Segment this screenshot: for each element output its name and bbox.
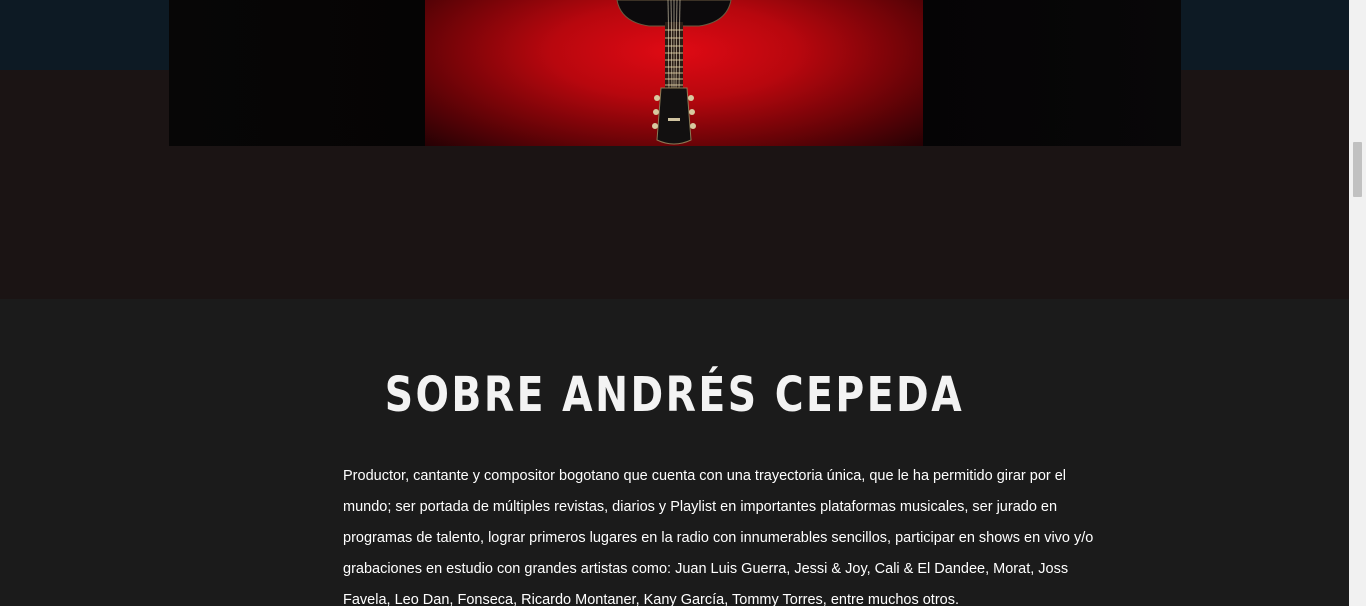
about-paragraph: Productor, cantante y compositor bogotan… [343, 468, 1094, 606]
about-title: SOBRE ANDRÉS CEPEDA [384, 367, 965, 423]
vertical-scrollbar[interactable] [1349, 0, 1366, 606]
guitar-image [425, 0, 923, 146]
page: SOBRE ANDRÉS CEPEDA Productor, cantante … [0, 0, 1349, 606]
media-left-panel [169, 0, 425, 146]
about-section: SOBRE ANDRÉS CEPEDA Productor, cantante … [0, 299, 1349, 606]
scrollbar-thumb[interactable] [1353, 142, 1362, 197]
media-right-panel [923, 0, 1181, 146]
featured-media[interactable] [169, 0, 1181, 146]
